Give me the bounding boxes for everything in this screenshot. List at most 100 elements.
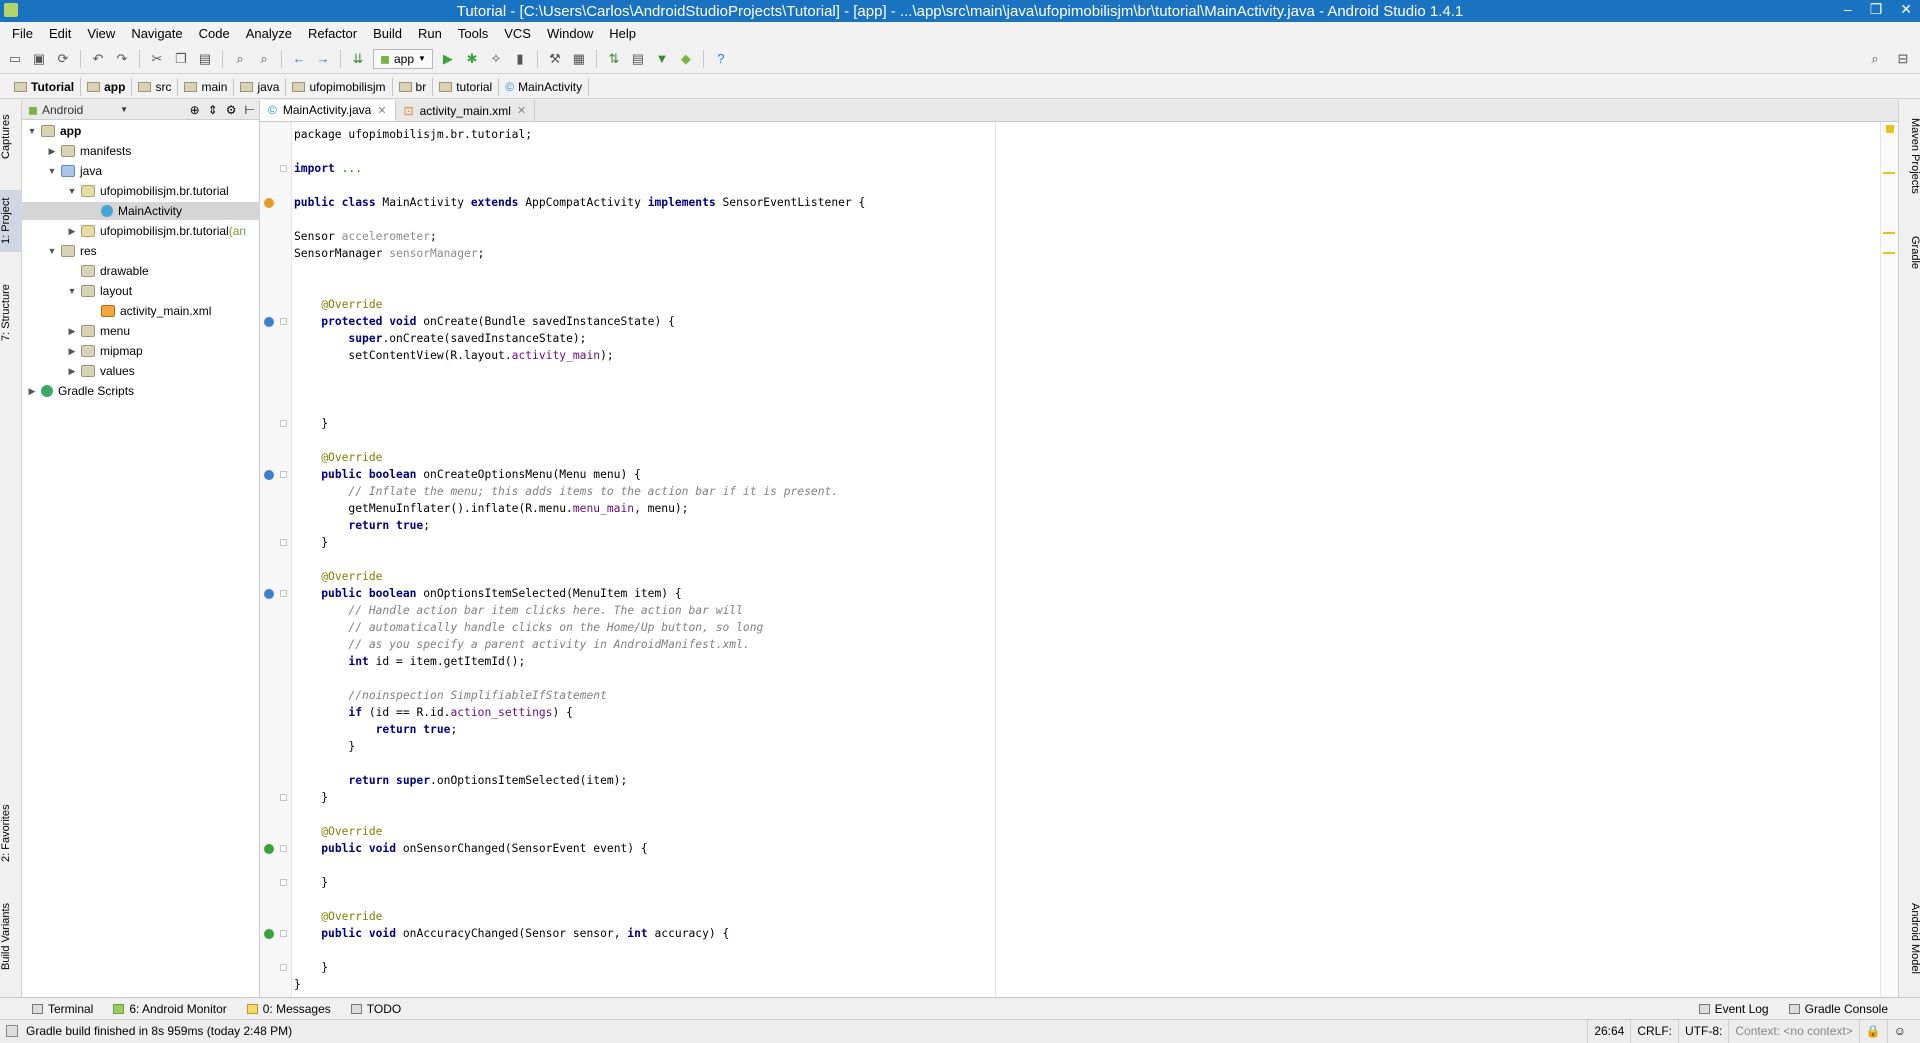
code-line[interactable]: protected void onCreate(Bundle savedInst… — [294, 313, 675, 330]
close-icon[interactable]: ✕ — [517, 104, 526, 117]
redo-icon[interactable]: ↷ — [113, 50, 131, 68]
code-line[interactable]: @Override — [294, 449, 382, 466]
code-line[interactable]: // Handle action bar item clicks here. T… — [294, 602, 742, 619]
chevron-down-icon[interactable]: ▼ — [66, 186, 78, 196]
breadcrumb-br[interactable]: br — [393, 77, 434, 96]
override-gutter-icon[interactable] — [264, 470, 274, 480]
lock-icon[interactable]: 🔒 — [1858, 1019, 1887, 1043]
code-line[interactable]: } — [294, 874, 328, 891]
menu-tools[interactable]: Tools — [450, 26, 496, 41]
breadcrumb-src[interactable]: src — [132, 77, 179, 96]
replace-icon[interactable]: ⌕ — [255, 50, 273, 68]
android-model-tab[interactable]: Android Model — [1899, 888, 1920, 988]
paste-icon[interactable]: ▤ — [196, 50, 214, 68]
breadcrumb-ufopimobilisjm[interactable]: ufopimobilisjm — [286, 77, 393, 96]
android-monitor-tab[interactable]: 6: Android Monitor — [103, 1002, 236, 1016]
structure-icon[interactable]: ⚒ — [546, 50, 564, 68]
code-line[interactable]: return super.onOptionsItemSelected(item)… — [294, 772, 627, 789]
tree-node[interactable]: ▶ manifests — [22, 142, 260, 160]
run-config-select[interactable]: ◼ app ▼ — [373, 48, 433, 69]
fold-toggle-icon[interactable] — [280, 794, 287, 801]
chevron-right-icon[interactable]: ▶ — [66, 346, 78, 357]
code-line[interactable]: } — [294, 789, 328, 806]
chevron-right-icon[interactable]: ▶ — [46, 146, 58, 157]
tree-node[interactable]: drawable — [22, 262, 260, 280]
sync-icon[interactable]: ⟳ — [54, 50, 72, 68]
open-folder-icon[interactable]: ▭ — [6, 50, 24, 68]
code-line[interactable]: @Override — [294, 568, 382, 585]
tree-node[interactable]: activity_main.xml — [22, 302, 260, 320]
tree-node[interactable]: ▼ layout — [22, 282, 260, 300]
menu-edit[interactable]: Edit — [41, 26, 79, 41]
breadcrumb-main[interactable]: main — [178, 77, 235, 96]
breadcrumb-tutorial-pkg[interactable]: tutorial — [433, 77, 500, 96]
breadcrumb-app[interactable]: app — [81, 77, 133, 96]
undo-icon[interactable]: ↶ — [89, 50, 107, 68]
class-gutter-icon[interactable] — [264, 198, 274, 208]
menu-window[interactable]: Window — [539, 26, 601, 41]
restore-button[interactable]: ❐ — [1870, 1, 1883, 18]
code-line[interactable]: super.onCreate(savedInstanceState); — [294, 330, 586, 347]
code-line[interactable]: @Override — [294, 823, 382, 840]
code-line[interactable]: } — [294, 959, 328, 976]
copy-icon[interactable]: ❐ — [172, 50, 190, 68]
sdk-manager-icon[interactable]: ▦ — [570, 50, 588, 68]
chevron-down-icon[interactable]: ▼ — [66, 286, 78, 296]
chevron-down-icon[interactable]: ▼ — [46, 246, 58, 256]
status-message[interactable]: Gradle build finished in 8s 959ms (today… — [0, 1024, 1587, 1038]
code-line[interactable]: setContentView(R.layout.activity_main); — [294, 347, 613, 364]
tab-activity-main-xml[interactable]: ⊡ activity_main.xml ✕ — [395, 100, 536, 121]
tree-node[interactable]: ▶ menu — [22, 322, 260, 340]
code-line[interactable]: } — [294, 534, 328, 551]
project-view-select[interactable]: ◼ Android ▼ — [28, 103, 128, 117]
menu-file[interactable]: File — [4, 26, 41, 41]
tree-node[interactable]: ▶ values — [22, 362, 260, 380]
avd-manager-icon[interactable]: ▤ — [629, 50, 647, 68]
code-line[interactable]: public boolean onCreateOptionsMenu(Menu … — [294, 466, 641, 483]
code-line[interactable]: //noinspection SimplifiableIfStatement — [294, 687, 606, 704]
build-variants-tab[interactable]: Build Variants — [0, 892, 22, 980]
tree-node[interactable]: ▶ Gradle Scripts — [22, 382, 260, 400]
find-icon[interactable]: ⌕ — [231, 50, 249, 68]
inspector-icon[interactable]: ☺ — [1886, 1019, 1912, 1043]
code-line[interactable]: public class MainActivity extends AppCom… — [294, 194, 865, 211]
file-encoding[interactable]: UTF-8: — [1678, 1019, 1728, 1043]
collapse-all-icon[interactable]: ⇕ — [208, 103, 218, 117]
make-project-icon[interactable]: ⇊ — [349, 50, 367, 68]
breadcrumb-mainactivity[interactable]: © MainActivity — [499, 77, 590, 96]
favorites-tab[interactable]: 2: Favorites — [0, 796, 22, 870]
chevron-down-icon[interactable]: ▼ — [26, 126, 38, 136]
cut-icon[interactable]: ✂ — [148, 50, 166, 68]
code-line[interactable]: Sensor accelerometer; — [294, 228, 437, 245]
code-line[interactable]: public boolean onOptionsItemSelected(Men… — [294, 585, 681, 602]
close-icon[interactable]: ✕ — [377, 104, 386, 117]
search-everywhere-icon[interactable]: ⌕ — [1866, 50, 1884, 68]
fold-toggle-icon[interactable] — [280, 845, 287, 852]
gradle-tab[interactable]: Gradle — [1899, 224, 1920, 282]
implement-gutter-icon[interactable] — [264, 844, 274, 854]
stop-icon[interactable]: ▮ — [511, 50, 529, 68]
tree-node[interactable]: ▼ res — [22, 242, 260, 260]
back-icon[interactable]: ← — [290, 50, 308, 68]
menu-navigate[interactable]: Navigate — [123, 26, 190, 41]
messages-tab[interactable]: 0: Messages — [237, 1002, 341, 1016]
tree-node[interactable]: ▼ app — [22, 122, 260, 140]
structure-tab[interactable]: 7: Structure — [0, 272, 22, 354]
settings-icon[interactable]: ⊟ — [1894, 50, 1912, 68]
fold-toggle-icon[interactable] — [280, 318, 287, 325]
close-button[interactable]: ✕ — [1900, 1, 1912, 18]
fold-toggle-icon[interactable] — [280, 930, 287, 937]
attach-debugger-icon[interactable]: ✧ — [487, 50, 505, 68]
code-line[interactable]: package ufopimobilisjm.br.tutorial; — [294, 126, 532, 143]
chevron-right-icon[interactable]: ▶ — [26, 386, 38, 397]
status-toggle-icon[interactable] — [6, 1025, 18, 1037]
forward-icon[interactable]: → — [314, 50, 332, 68]
chevron-right-icon[interactable]: ▶ — [66, 326, 78, 337]
chevron-right-icon[interactable]: ▶ — [66, 226, 78, 237]
project-tab[interactable]: 1: Project — [0, 190, 22, 252]
code-line[interactable]: // as you specify a parent activity in A… — [294, 636, 749, 653]
help-icon[interactable]: ? — [712, 50, 730, 68]
inspection-context[interactable]: Context: <no context> — [1728, 1019, 1858, 1043]
menu-view[interactable]: View — [79, 26, 123, 41]
save-icon[interactable]: ▣ — [30, 50, 48, 68]
